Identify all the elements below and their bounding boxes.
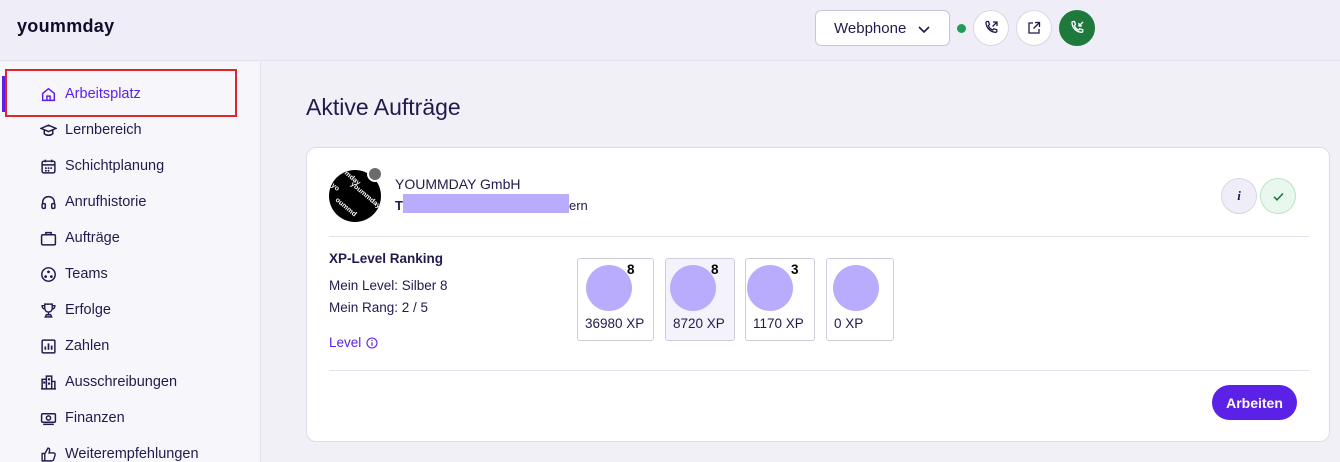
sidebar-item-label: Lernbereich bbox=[65, 122, 142, 138]
rank-avatar bbox=[747, 265, 793, 311]
sidebar-item-label: Ausschreibungen bbox=[65, 374, 178, 390]
level-link[interactable]: Level bbox=[329, 335, 378, 350]
sidebar-item-ausschreibungen[interactable]: Ausschreibungen bbox=[0, 364, 260, 400]
divider bbox=[329, 236, 1309, 237]
job-subtitle-end: ern bbox=[569, 198, 588, 213]
money-icon bbox=[40, 412, 57, 425]
confirm-button[interactable] bbox=[1260, 178, 1296, 214]
job-card: yo mday yoummday oummd YOUMMDAY GmbH T e… bbox=[306, 147, 1330, 442]
avatar-watermark: yo bbox=[329, 182, 341, 193]
divider bbox=[329, 370, 1309, 371]
sidebar-item-zahlen[interactable]: Zahlen bbox=[0, 328, 260, 364]
sidebar-item-label: Zahlen bbox=[65, 338, 110, 354]
rank-avatar bbox=[670, 265, 716, 311]
rank-xp: 8720 XP bbox=[673, 316, 725, 331]
thumbs-up-icon bbox=[41, 446, 56, 462]
sidebar-item-weiterempfehlungen[interactable]: Weiterempfehlungen bbox=[0, 436, 260, 462]
rank-card: 8 36980 XP bbox=[577, 258, 654, 341]
app-logo[interactable]: yoummday bbox=[17, 16, 114, 37]
level-link-label: Level bbox=[329, 335, 362, 350]
avatar-watermark: yoummday bbox=[349, 180, 381, 211]
buildings-icon bbox=[41, 374, 56, 390]
home-icon bbox=[41, 87, 56, 101]
rank-card: 0 XP bbox=[826, 258, 894, 341]
external-link-icon bbox=[1028, 21, 1041, 34]
company-name: YOUMMDAY GmbH bbox=[395, 176, 521, 192]
check-icon bbox=[1272, 192, 1284, 201]
rank-card-me: 8 8720 XP bbox=[665, 258, 735, 341]
sidebar-item-erfolge[interactable]: Erfolge bbox=[0, 292, 260, 328]
phone-forward-button[interactable] bbox=[973, 10, 1009, 46]
sidebar: Arbeitsplatz Lernbereich Schichtplanung … bbox=[0, 62, 261, 462]
sidebar-item-auftraege[interactable]: Aufträge bbox=[0, 220, 260, 256]
webphone-select[interactable]: Webphone bbox=[815, 10, 950, 46]
avatar-watermark: oummd bbox=[333, 196, 358, 219]
info-circle-icon bbox=[366, 336, 378, 349]
phone-forward-icon bbox=[985, 20, 998, 33]
phone-incoming-button[interactable] bbox=[1059, 10, 1095, 46]
sidebar-item-label: Teams bbox=[65, 266, 108, 282]
rank-level: 3 bbox=[791, 262, 799, 277]
rank-card: 3 1170 XP bbox=[745, 258, 815, 341]
sidebar-item-finanzen[interactable]: Finanzen bbox=[0, 400, 260, 436]
rank-avatar bbox=[586, 265, 632, 311]
webphone-select-label: Webphone bbox=[834, 19, 907, 37]
sidebar-item-teams[interactable]: Teams bbox=[0, 256, 260, 292]
sidebar-item-arbeitsplatz[interactable]: Arbeitsplatz bbox=[0, 76, 260, 112]
avatar-status-badge bbox=[367, 166, 383, 182]
chevron-down-icon bbox=[918, 26, 930, 34]
rank-xp: 1170 XP bbox=[753, 316, 804, 331]
page-title: Aktive Aufträge bbox=[306, 94, 461, 120]
info-button[interactable]: i bbox=[1221, 178, 1257, 214]
phone-incoming-icon bbox=[1071, 20, 1084, 33]
sidebar-item-label: Anrufhistorie bbox=[65, 194, 147, 210]
rank-xp: 36980 XP bbox=[585, 316, 645, 331]
chart-icon bbox=[41, 338, 56, 354]
sidebar-item-label: Weiterempfehlungen bbox=[65, 446, 199, 462]
sidebar-item-schichtplanung[interactable]: Schichtplanung bbox=[0, 148, 260, 184]
headset-icon bbox=[41, 195, 56, 209]
external-link-button[interactable] bbox=[1016, 10, 1052, 46]
rank-level: 8 bbox=[627, 262, 635, 277]
rank-avatar bbox=[833, 265, 879, 311]
sidebar-item-lernbereich[interactable]: Lernbereich bbox=[0, 112, 260, 148]
graduation-cap-icon bbox=[40, 123, 57, 136]
my-rank: Mein Rang: 2 / 5 bbox=[329, 300, 429, 315]
trophy-icon bbox=[41, 302, 56, 318]
sidebar-item-label: Arbeitsplatz bbox=[65, 86, 141, 102]
calendar-icon bbox=[41, 159, 56, 174]
sidebar-item-label: Erfolge bbox=[65, 302, 111, 318]
my-level: Mein Level: Silber 8 bbox=[329, 278, 448, 293]
sidebar-item-label: Aufträge bbox=[65, 230, 120, 246]
job-subtitle: T bbox=[395, 198, 403, 213]
team-icon bbox=[41, 266, 56, 282]
briefcase-icon bbox=[40, 231, 57, 246]
xp-title: XP-Level Ranking bbox=[329, 251, 444, 266]
redacted-text bbox=[403, 194, 569, 213]
top-bar: yoummday Webphone bbox=[0, 0, 1340, 61]
work-button[interactable]: Arbeiten bbox=[1212, 385, 1297, 420]
sidebar-item-anrufhistorie[interactable]: Anrufhistorie bbox=[0, 184, 260, 220]
sidebar-item-label: Schichtplanung bbox=[65, 158, 165, 174]
rank-xp: 0 XP bbox=[834, 316, 864, 331]
sidebar-item-label: Finanzen bbox=[65, 410, 125, 426]
status-indicator bbox=[957, 24, 966, 33]
rank-level: 8 bbox=[711, 262, 719, 277]
